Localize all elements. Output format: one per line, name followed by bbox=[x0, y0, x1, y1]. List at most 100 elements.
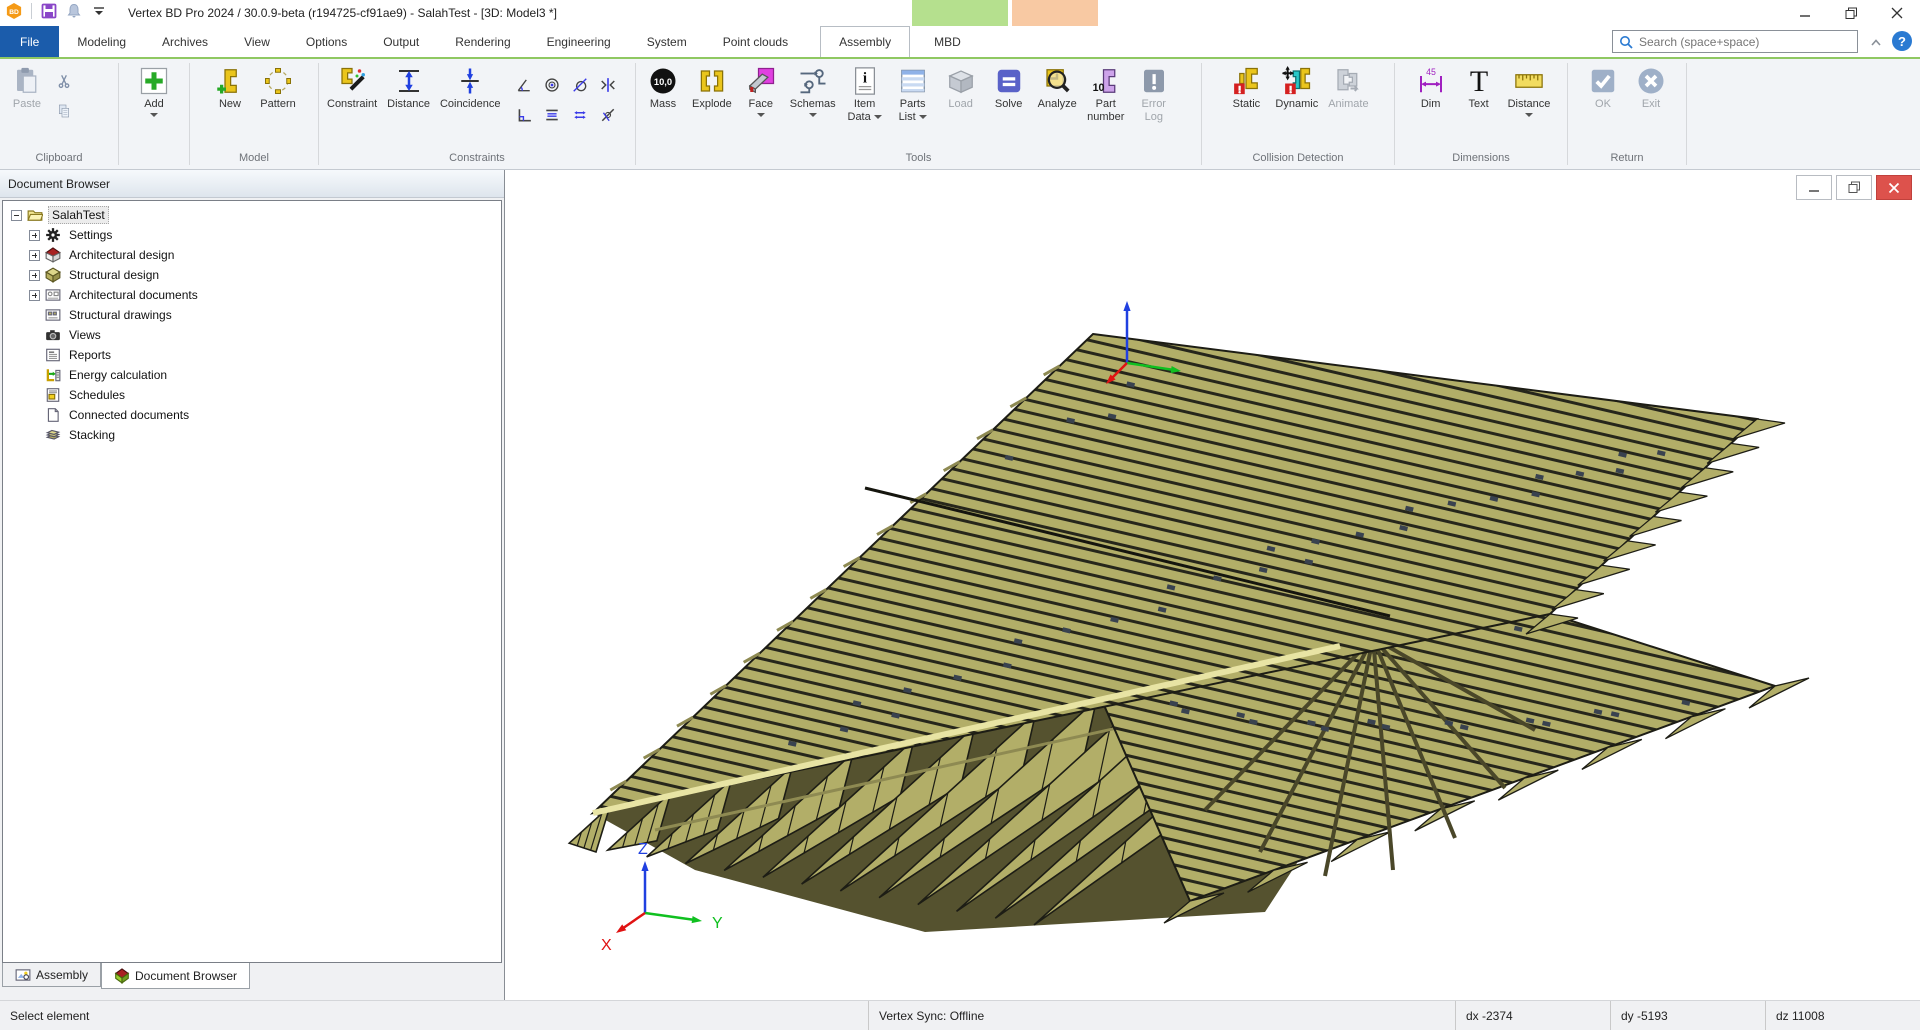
ribbon-group-constraints: Constraint Distance Coincidence bbox=[319, 59, 635, 169]
panel-tab-assembly[interactable]: Assembly bbox=[2, 963, 101, 987]
notifications-bell-icon[interactable] bbox=[66, 3, 82, 19]
tab-assembly[interactable]: Assembly bbox=[820, 26, 910, 57]
face-icon bbox=[746, 66, 776, 96]
analyze-button[interactable]: Analyze bbox=[1034, 63, 1081, 111]
add-dropdown-caret-icon bbox=[150, 113, 158, 117]
expand-expander[interactable] bbox=[29, 270, 40, 281]
tab-rendering[interactable]: Rendering bbox=[437, 26, 528, 57]
tree-item-architectural-design[interactable]: Architectural design bbox=[3, 245, 501, 265]
tree-item-structural-drawings[interactable]: Structural drawings bbox=[3, 305, 501, 325]
add-button[interactable]: Add bbox=[131, 63, 177, 117]
tangent-constraint-button[interactable] bbox=[568, 73, 592, 97]
tab-mbd[interactable]: MBD bbox=[916, 26, 979, 57]
coincidence-button[interactable]: Coincidence bbox=[436, 63, 505, 111]
customize-toolbar-icon[interactable] bbox=[91, 3, 107, 19]
tab-archives[interactable]: Archives bbox=[144, 26, 226, 57]
face-dropdown-caret-icon bbox=[757, 113, 765, 117]
angle-constraint-button[interactable] bbox=[512, 73, 536, 97]
tab-options[interactable]: Options bbox=[288, 26, 365, 57]
tab-modeling[interactable]: Modeling bbox=[59, 26, 144, 57]
search-icon bbox=[1619, 35, 1633, 49]
new-model-icon bbox=[215, 66, 245, 96]
document-close-button[interactable] bbox=[1876, 175, 1912, 200]
ok-button: OK bbox=[1580, 63, 1626, 111]
close-button[interactable] bbox=[1874, 0, 1920, 26]
distance-constraint-button[interactable]: Distance bbox=[383, 63, 434, 111]
parallel-constraint-button[interactable] bbox=[540, 103, 564, 127]
tree-item-architectural-documents[interactable]: Architectural documents bbox=[3, 285, 501, 305]
window-title: Vertex BD Pro 2024 / 30.0.9-beta (r19472… bbox=[128, 6, 557, 20]
item-data-button[interactable]: Item Data bbox=[842, 63, 888, 124]
constraint-button[interactable]: Constraint bbox=[323, 63, 381, 111]
constraint-wand-icon bbox=[337, 66, 367, 96]
explode-button[interactable]: Explode bbox=[688, 63, 736, 111]
help-button[interactable]: ? bbox=[1892, 31, 1912, 51]
application-window: Vertex BD Pro 2024 / 30.0.9-beta (r19472… bbox=[0, 0, 1920, 1030]
folder-icon bbox=[27, 207, 43, 223]
perpendicular-constraint-button[interactable] bbox=[512, 103, 536, 127]
search-box bbox=[1612, 30, 1858, 53]
static-collision-button[interactable]: Static bbox=[1223, 63, 1269, 111]
error-log-icon bbox=[1139, 66, 1169, 96]
dynamic-collision-button[interactable]: Dynamic bbox=[1271, 63, 1322, 111]
dim-button[interactable]: Dim bbox=[1408, 63, 1454, 111]
equal-constraint-button[interactable] bbox=[568, 103, 592, 127]
expand-expander[interactable] bbox=[29, 290, 40, 301]
expand-expander[interactable] bbox=[29, 230, 40, 241]
tree-item-energy-calculation[interactable]: Energy calculation bbox=[3, 365, 501, 385]
panel-tab-strip: Assembly Document Browser bbox=[2, 963, 250, 989]
restore-button[interactable] bbox=[1828, 0, 1874, 26]
tab-output[interactable]: Output bbox=[365, 26, 437, 57]
document-restore-button[interactable] bbox=[1836, 175, 1872, 200]
tab-file[interactable]: File bbox=[0, 26, 59, 57]
tab-view[interactable]: View bbox=[226, 26, 288, 57]
skew-constraint-button[interactable] bbox=[596, 103, 620, 127]
cut-button bbox=[52, 69, 76, 93]
coincidence-icon bbox=[455, 66, 485, 96]
tree-item-structural-design[interactable]: Structural design bbox=[3, 265, 501, 285]
parallel-constraint-icon bbox=[544, 107, 560, 123]
text-button[interactable]: Text bbox=[1456, 63, 1502, 111]
document-minimize-button[interactable] bbox=[1796, 175, 1832, 200]
distance-measure-button[interactable]: Distance bbox=[1504, 63, 1555, 117]
tab-system[interactable]: System bbox=[629, 26, 705, 57]
axis-y-label: Y bbox=[712, 915, 723, 932]
roof-truss-model: ZYX bbox=[505, 170, 1920, 1000]
item-data-icon bbox=[850, 66, 880, 96]
tree-item-connected-documents[interactable]: Connected documents bbox=[3, 405, 501, 425]
tree-item-reports[interactable]: Reports bbox=[3, 345, 501, 365]
collapse-expander[interactable] bbox=[11, 210, 22, 221]
group-label-dimensions: Dimensions bbox=[1399, 152, 1563, 169]
minimize-button[interactable] bbox=[1782, 0, 1828, 26]
tree-item-schedules[interactable]: Schedules bbox=[3, 385, 501, 405]
app-logo-icon[interactable] bbox=[6, 3, 22, 19]
parts-list-button[interactable]: Parts List bbox=[890, 63, 936, 124]
pattern-button[interactable]: Pattern bbox=[255, 63, 301, 111]
solve-button[interactable]: Solve bbox=[986, 63, 1032, 111]
symmetry-constraint-button[interactable] bbox=[596, 73, 620, 97]
solve-icon bbox=[994, 66, 1024, 96]
tab-point-clouds[interactable]: Point clouds bbox=[705, 26, 806, 57]
3d-viewport[interactable]: ZYX bbox=[505, 170, 1920, 1000]
panel-tab-document-browser[interactable]: Document Browser bbox=[101, 963, 250, 989]
concentric-constraint-button[interactable] bbox=[540, 73, 564, 97]
tree-item-stacking[interactable]: Stacking bbox=[3, 425, 501, 445]
ribbon-group-tools: Mass Explode Face Schemas bbox=[636, 59, 1201, 169]
ribbon-assembly: Paste Clipboard Add bbox=[0, 57, 1920, 170]
mass-button[interactable]: Mass bbox=[640, 63, 686, 111]
schemas-button[interactable]: Schemas bbox=[786, 63, 840, 117]
group-label-constraints: Constraints bbox=[323, 152, 631, 169]
face-button[interactable]: Face bbox=[738, 63, 784, 117]
collapse-ribbon-chevron-icon[interactable] bbox=[1868, 34, 1884, 50]
item-data-dropdown-caret-icon bbox=[874, 115, 882, 119]
tab-engineering[interactable]: Engineering bbox=[529, 26, 629, 57]
new-button[interactable]: New bbox=[207, 63, 253, 111]
tree-item-salahtest[interactable]: SalahTest bbox=[3, 205, 501, 225]
save-icon[interactable] bbox=[41, 3, 57, 19]
search-input[interactable] bbox=[1639, 35, 1851, 49]
tree-item-settings[interactable]: Settings bbox=[3, 225, 501, 245]
tree-item-views[interactable]: Views bbox=[3, 325, 501, 345]
concentric-constraint-icon bbox=[544, 77, 560, 93]
part-number-button[interactable]: Part number bbox=[1083, 63, 1129, 124]
expand-expander[interactable] bbox=[29, 250, 40, 261]
